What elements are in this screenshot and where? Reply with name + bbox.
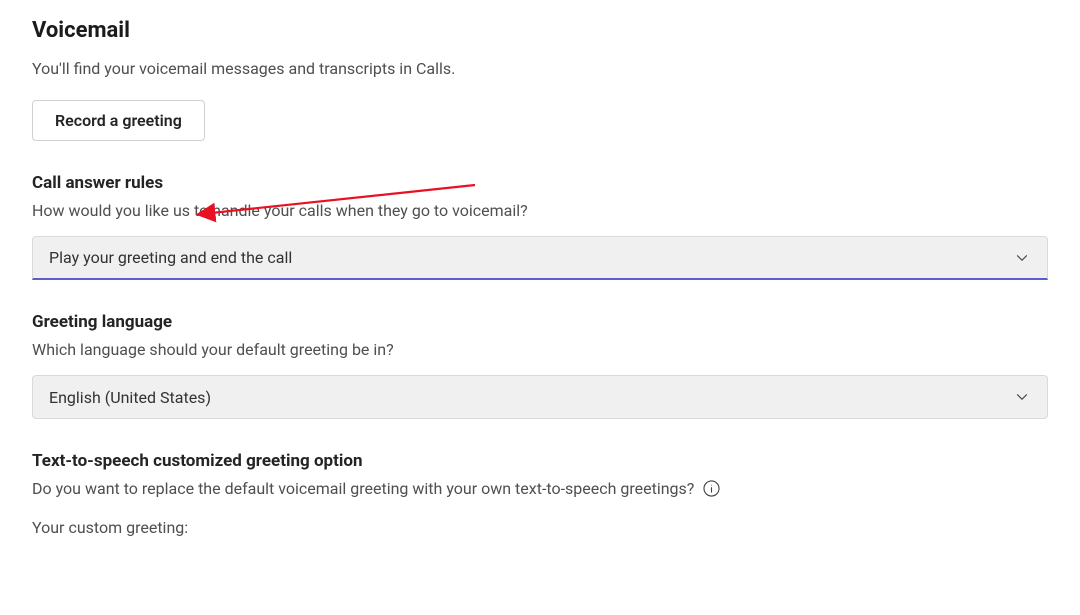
text-to-speech-title: Text-to-speech customized greeting optio… bbox=[32, 451, 1048, 471]
call-answer-rules-title: Call answer rules bbox=[32, 173, 1048, 193]
record-greeting-button[interactable]: Record a greeting bbox=[32, 100, 205, 141]
chevron-down-icon bbox=[1013, 249, 1031, 267]
greeting-language-dropdown[interactable]: English (United States) bbox=[32, 375, 1048, 419]
greeting-language-section: Greeting language Which language should … bbox=[32, 312, 1048, 419]
custom-greeting-label: Your custom greeting: bbox=[32, 518, 1048, 537]
page-title: Voicemail bbox=[32, 18, 1048, 43]
info-icon bbox=[702, 479, 721, 498]
call-answer-rules-selected-value: Play your greeting and end the call bbox=[49, 248, 292, 267]
text-to-speech-section: Text-to-speech customized greeting optio… bbox=[32, 451, 1048, 537]
chevron-down-icon bbox=[1013, 388, 1031, 406]
call-answer-rules-dropdown[interactable]: Play your greeting and end the call bbox=[32, 236, 1048, 280]
greeting-language-title: Greeting language bbox=[32, 312, 1048, 332]
greeting-language-description: Which language should your default greet… bbox=[32, 340, 1048, 359]
call-answer-rules-description: How would you like us to handle your cal… bbox=[32, 201, 1048, 220]
greeting-language-selected-value: English (United States) bbox=[49, 388, 211, 407]
page-subtitle: You'll find your voicemail messages and … bbox=[32, 59, 1048, 78]
call-answer-rules-section: Call answer rules How would you like us … bbox=[32, 173, 1048, 280]
text-to-speech-description: Do you want to replace the default voice… bbox=[32, 479, 694, 498]
